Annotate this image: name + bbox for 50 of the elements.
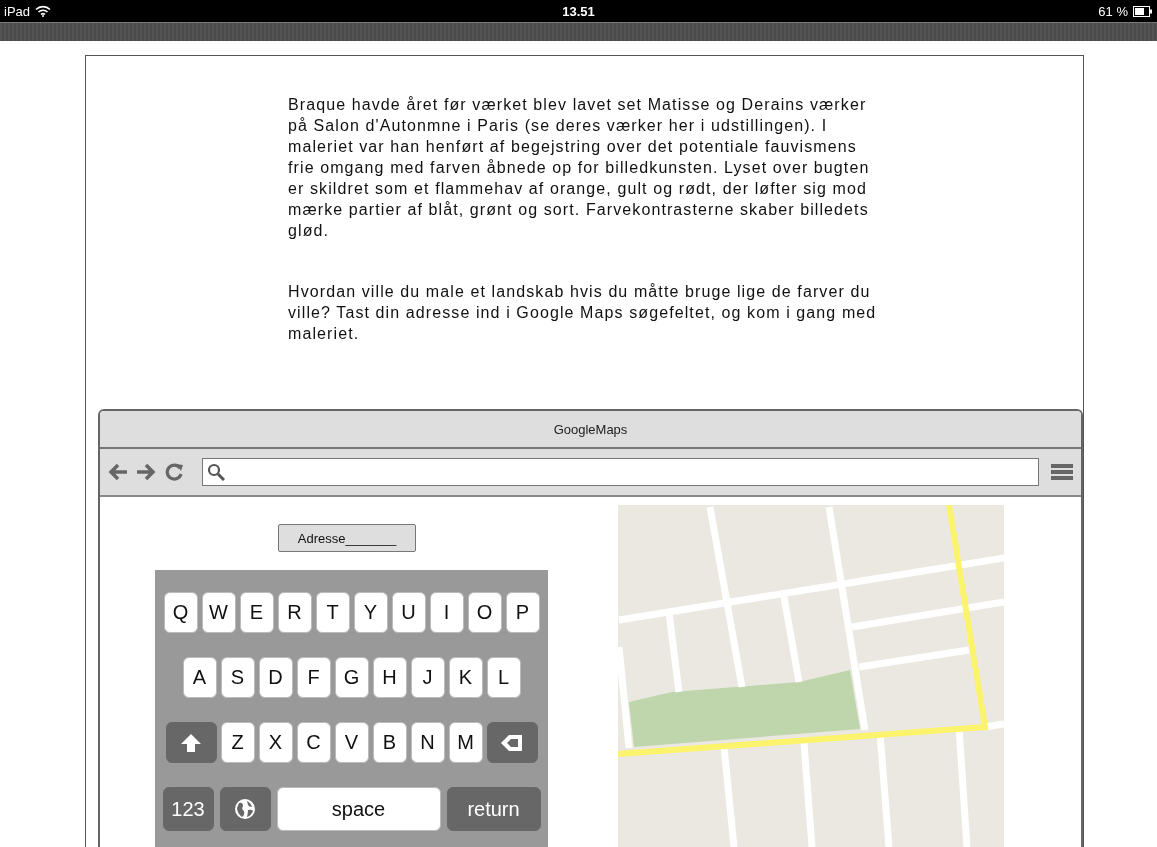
space-key[interactable]: space xyxy=(276,787,441,831)
letter-key[interactable]: H xyxy=(372,657,407,698)
battery-icon xyxy=(1133,5,1153,17)
backspace-key[interactable] xyxy=(486,722,538,763)
letter-key[interactable]: S xyxy=(220,657,255,698)
globe-key[interactable] xyxy=(219,787,271,831)
letter-key[interactable]: I xyxy=(429,592,464,633)
letter-key[interactable]: W xyxy=(201,592,236,633)
letter-key[interactable]: Z xyxy=(220,722,255,763)
letter-key[interactable]: F xyxy=(296,657,331,698)
numbers-key[interactable]: 123 xyxy=(162,787,214,831)
letter-key[interactable]: T xyxy=(315,592,350,633)
globe-icon xyxy=(233,797,257,821)
letter-key[interactable]: V xyxy=(334,722,369,763)
return-key[interactable]: return xyxy=(446,787,541,831)
letter-key[interactable]: C xyxy=(296,722,331,763)
letter-key[interactable]: R xyxy=(277,592,312,633)
clock-time: 13.51 xyxy=(562,3,595,19)
letter-key[interactable]: J xyxy=(410,657,445,698)
letter-key[interactable]: O xyxy=(467,592,502,633)
menu-icon[interactable] xyxy=(1051,462,1073,482)
letter-key[interactable]: P xyxy=(505,592,540,633)
article-paragraph: Hvordan ville du male et landskab hvis du måtte bruge lige de farver du ville? Tast din adresse ind i Google Maps søgefeltet, og kom i gang med maleriet. xyxy=(288,282,878,344)
letter-key[interactable]: K xyxy=(448,657,483,698)
letter-key[interactable]: D xyxy=(258,657,293,698)
battery-percent: 61 % xyxy=(1098,3,1128,19)
article-paragraph: Braque havde året før værket blev lavet set Matisse og Derains værker på Salon d'Autonmne i Paris (se deres værker her i udstillingen). I maleriet var han henført af begejstring over det potentiale fauvismens frie omgang med farven åbnede op for billedkunsten. Lyset over bugten er skildret som et flammehav af orange, gult og rødt, der løfter sig mod mærke partier af blåt, grønt og sort. Farvekontrasterne skaber billedets glød. xyxy=(288,95,871,241)
letter-key[interactable]: Q xyxy=(163,592,198,633)
letter-key[interactable]: X xyxy=(258,722,293,763)
address-button[interactable]: Adresse_______ xyxy=(278,524,416,552)
forward-icon[interactable] xyxy=(136,463,156,481)
back-icon[interactable] xyxy=(108,463,128,481)
wifi-icon xyxy=(35,5,52,17)
letter-key[interactable]: M xyxy=(448,722,483,763)
letter-key[interactable]: Y xyxy=(353,592,388,633)
letter-key[interactable]: B xyxy=(372,722,407,763)
window-title: GoogleMaps xyxy=(553,421,628,437)
letter-key[interactable]: G xyxy=(334,657,369,698)
letter-key[interactable]: A xyxy=(182,657,217,698)
up-arrow-icon xyxy=(180,732,202,753)
search-field[interactable] xyxy=(202,458,1039,486)
device-name: iPad xyxy=(4,3,31,19)
letter-key[interactable]: E xyxy=(239,592,274,633)
reload-icon[interactable] xyxy=(164,463,184,481)
backspace-icon xyxy=(500,732,524,753)
letter-key[interactable]: L xyxy=(486,657,521,698)
search-icon xyxy=(207,463,225,481)
letter-key[interactable]: N xyxy=(410,722,445,763)
shift-key[interactable] xyxy=(165,722,217,763)
letter-key[interactable]: U xyxy=(391,592,426,633)
